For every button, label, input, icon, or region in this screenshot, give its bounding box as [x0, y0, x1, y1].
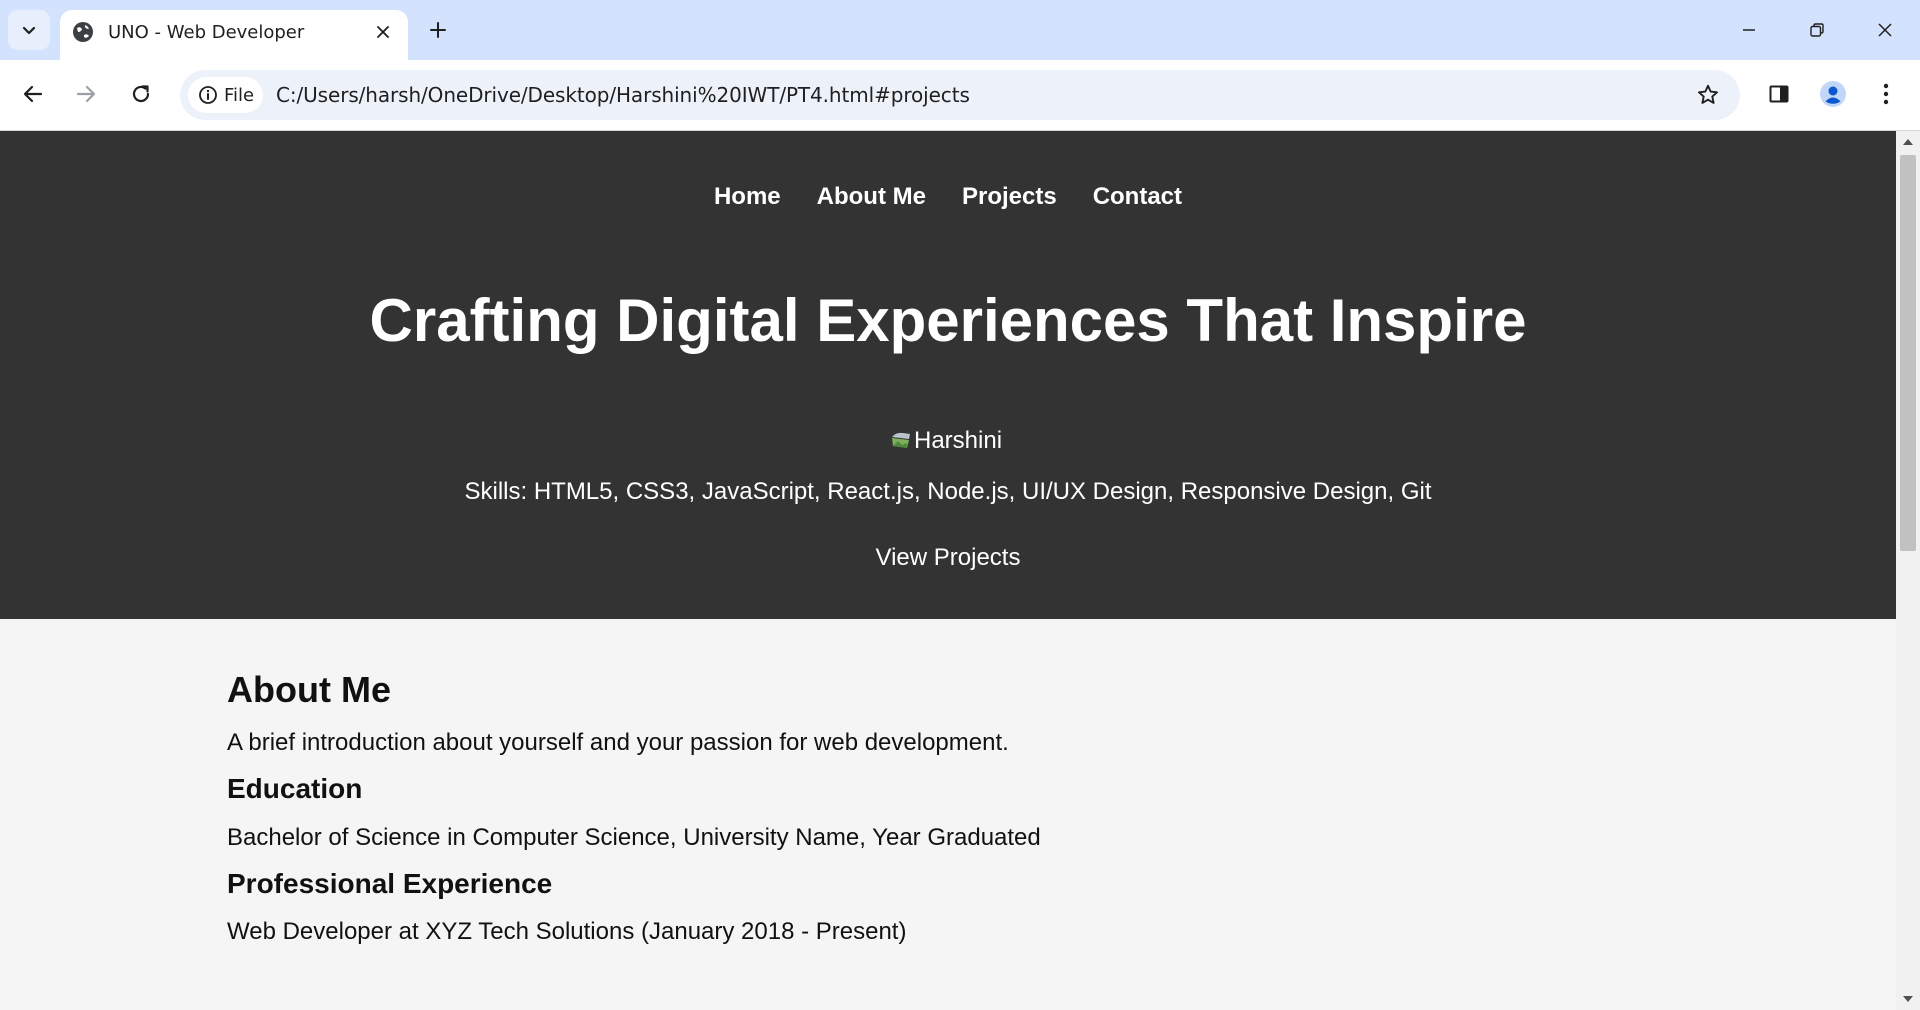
- education-text: Bachelor of Science in Computer Science,…: [227, 824, 1041, 851]
- star-icon: [1698, 84, 1718, 104]
- minimize-icon: [1743, 29, 1755, 31]
- profile-icon: [1820, 81, 1846, 107]
- about-title: About Me: [227, 669, 391, 710]
- plus-icon: [430, 22, 446, 38]
- experience-text: Web Developer at XYZ Tech Solutions (Jan…: [227, 918, 907, 945]
- site-info-chip[interactable]: File: [188, 77, 263, 113]
- view-projects-button[interactable]: View Projects: [876, 544, 1021, 571]
- address-bar[interactable]: File C:/Users/harsh/OneDrive/Desktop/Har…: [180, 70, 1740, 120]
- profile-button[interactable]: [1813, 74, 1853, 114]
- arrow-right-icon: [76, 85, 96, 103]
- site-info-label: File: [224, 84, 255, 106]
- restore-icon: [1810, 23, 1824, 37]
- nav-about-link[interactable]: About Me: [817, 183, 926, 211]
- minimize-button[interactable]: [1724, 8, 1774, 52]
- reload-button[interactable]: [121, 74, 161, 114]
- profile-image-alt: Harshini: [914, 427, 1003, 454]
- tab-close-button[interactable]: [370, 19, 396, 45]
- restore-button[interactable]: [1792, 8, 1842, 52]
- nav-home-link[interactable]: Home: [714, 183, 781, 211]
- active-tab[interactable]: UNO - Web Developer: [60, 10, 408, 60]
- nav-projects-link[interactable]: Projects: [962, 183, 1057, 211]
- browser-toolbar: File C:/Users/harsh/OneDrive/Desktop/Har…: [0, 60, 1920, 131]
- experience-title: Professional Experience: [227, 868, 553, 899]
- about-intro: A brief introduction about yourself and …: [227, 729, 1009, 756]
- browser-menu-button[interactable]: [1866, 74, 1906, 114]
- chevron-down-icon: [22, 26, 36, 35]
- bookmark-button[interactable]: [1692, 79, 1724, 111]
- side-panel-button[interactable]: [1759, 74, 1799, 114]
- new-tab-button[interactable]: [422, 14, 454, 46]
- kebab-menu-icon: [1883, 83, 1889, 105]
- tab-search-button[interactable]: [8, 10, 50, 50]
- education-title: Education: [227, 773, 363, 804]
- profile-image: Harshini: [890, 426, 1002, 456]
- reload-icon: [132, 85, 150, 103]
- close-icon: [1878, 23, 1892, 37]
- nav-contact-link[interactable]: Contact: [1093, 183, 1182, 211]
- hero-headline: Crafting Digital Experiences That Inspir…: [369, 287, 1527, 354]
- close-window-button[interactable]: [1860, 8, 1910, 52]
- side-panel-icon: [1769, 85, 1789, 103]
- close-icon: [377, 26, 389, 38]
- scroll-down-arrow-icon[interactable]: [1902, 994, 1914, 1004]
- back-button[interactable]: [13, 74, 53, 114]
- broken-image-icon: [892, 432, 910, 448]
- arrow-left-icon: [23, 85, 43, 103]
- scroll-up-arrow-icon[interactable]: [1902, 137, 1914, 147]
- page-viewport: Home About Me Projects Contact Crafting …: [0, 131, 1896, 1010]
- tab-title: UNO - Web Developer: [108, 22, 305, 43]
- url-text[interactable]: C:/Users/harsh/OneDrive/Desktop/Harshini…: [276, 83, 970, 107]
- globe-icon: [73, 22, 93, 42]
- page-scrollbar[interactable]: [1896, 131, 1920, 1010]
- scrollbar-thumb[interactable]: [1900, 155, 1916, 551]
- forward-button[interactable]: [66, 74, 106, 114]
- tab-strip: UNO - Web Developer: [0, 0, 1920, 60]
- site-nav: Home About Me Projects Contact: [0, 183, 1896, 211]
- skills-line: Skills: HTML5, CSS3, JavaScript, React.j…: [464, 478, 1432, 505]
- info-icon: [199, 86, 217, 104]
- view-projects-wrap: View Projects: [0, 544, 1896, 572]
- hero-section: Home About Me Projects Contact Crafting …: [0, 131, 1896, 619]
